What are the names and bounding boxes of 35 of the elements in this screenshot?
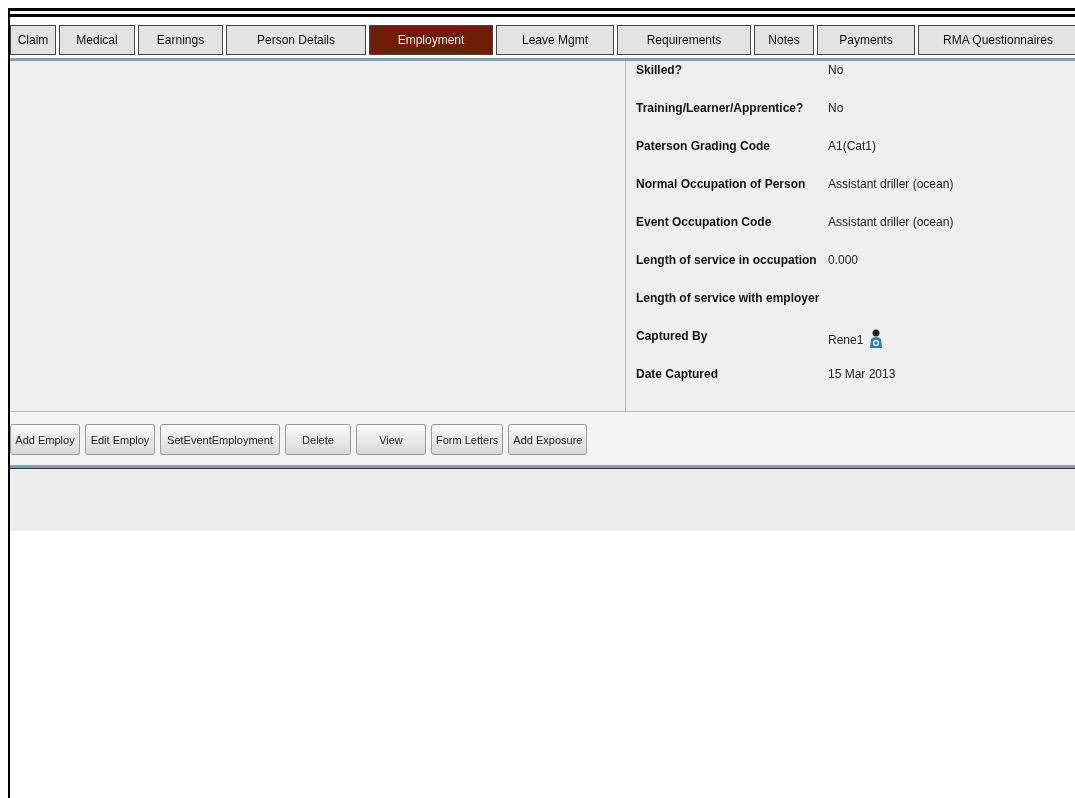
field-label: Normal Occupation of Person <box>636 177 806 191</box>
tab[interactable]: RMA Questionnaires <box>918 25 1075 55</box>
tab[interactable]: Employment <box>369 25 493 55</box>
tab[interactable]: Leave Mgmt <box>496 25 614 55</box>
field-value: No <box>828 63 844 77</box>
field-label: Paterson Grading Code <box>636 139 771 153</box>
field-label: Length of service with employer <box>636 291 820 305</box>
action-button[interactable]: Edit Employ <box>85 424 155 455</box>
tab[interactable]: Medical <box>59 25 135 55</box>
field-value: Rene1 <box>828 333 864 347</box>
action-button[interactable]: View <box>356 424 426 455</box>
field-value: 15 Mar 2013 <box>828 367 896 381</box>
tab[interactable]: Payments <box>817 25 915 55</box>
field-value: A1(Cat1) <box>828 139 877 153</box>
tab[interactable]: Earnings <box>138 25 223 55</box>
field-label: Training/Learner/Apprentice? <box>636 101 804 115</box>
field-label: Date Captured <box>636 367 718 381</box>
field-label: Length of service in occupation <box>636 253 817 267</box>
action-button[interactable]: SetEventEmployment <box>160 424 280 455</box>
action-button[interactable]: Add Exposure <box>508 424 588 455</box>
tab[interactable]: Notes <box>754 25 814 55</box>
action-button[interactable]: Delete <box>285 424 351 455</box>
tab[interactable]: Person Details <box>226 25 366 55</box>
field-label: Skilled? <box>636 63 682 77</box>
field-label: Event Occupation Code <box>636 215 772 229</box>
user-add-icon[interactable] <box>869 329 884 349</box>
tab[interactable]: Requirements <box>617 25 751 55</box>
field-value: Assistant driller (ocean) <box>828 215 954 229</box>
tab[interactable]: Claim <box>10 25 56 55</box>
action-button[interactable]: Add Employ <box>10 424 80 455</box>
action-button[interactable]: Form Letters <box>431 424 504 455</box>
field-label: Captured By <box>636 329 708 343</box>
field-value: No <box>828 101 844 115</box>
field-value: Assistant driller (ocean) <box>828 177 954 191</box>
field-value: 0.000 <box>828 253 859 267</box>
